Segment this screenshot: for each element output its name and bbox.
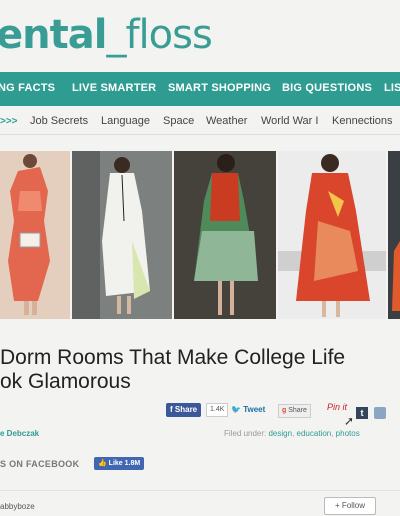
subnav-item-job-secrets[interactable]: Job Secrets — [30, 115, 88, 127]
article-title-line-2: ok Glamorous — [0, 370, 131, 393]
article-title: Dorm Rooms That Make College Life ok Gla… — [0, 346, 400, 394]
nav-item-big-questions[interactable]: BIG QUESTIONS — [282, 82, 372, 94]
tag-link-photos[interactable]: photos — [336, 429, 360, 438]
topic-subnav: >>> Job Secrets Language Space Weather W… — [0, 108, 400, 135]
author-name[interactable]: e Debczak — [0, 429, 39, 438]
subnav-item-weather[interactable]: Weather — [206, 115, 247, 127]
dress-image-1[interactable] — [0, 151, 70, 319]
dress-image-4[interactable] — [278, 151, 386, 319]
tag-link-education[interactable]: education — [297, 429, 332, 438]
dress-image-2[interactable] — [72, 151, 172, 319]
facebook-share-count: 1.4K — [206, 403, 229, 417]
subnav-item-world-war-i[interactable]: World War I — [261, 115, 318, 127]
filed-under: Filed under: design, education, photos — [224, 429, 360, 438]
subnav-arrows[interactable]: >>> — [0, 116, 18, 127]
subnav-item-space[interactable]: Space — [163, 115, 194, 127]
google-share-button[interactable]: g Share — [278, 404, 311, 418]
nav-item-live-smarter[interactable]: LIVE SMARTER — [72, 82, 156, 94]
subnav-item-kennections[interactable]: Kennections — [332, 115, 393, 127]
hero-ad-banner[interactable] — [0, 151, 400, 319]
main-nav: NG FACTS LIVE SMARTER SMART SHOPPING BIG… — [0, 72, 400, 106]
dress-image-5[interactable] — [388, 151, 400, 319]
facebook-share-button[interactable]: f Share — [166, 403, 202, 417]
nav-item-smart-shopping[interactable]: SMART SHOPPING — [168, 82, 271, 94]
tag-link-design[interactable]: design — [268, 429, 292, 438]
facebook-section-label: S ON FACEBOOK — [0, 459, 80, 469]
nav-item-lists[interactable]: LIS — [384, 82, 400, 94]
thumbs-up-icon: 👍 — [98, 460, 107, 467]
tumblr-button[interactable]: t — [356, 407, 368, 419]
follow-button[interactable]: + Follow — [324, 497, 376, 515]
reddit-icon[interactable] — [374, 407, 386, 419]
twitter-icon: 🐦 — [231, 405, 241, 414]
filed-under-label: Filed under: — [224, 429, 267, 438]
subnav-item-language[interactable]: Language — [101, 115, 150, 127]
tweet-button[interactable]: 🐦 Tweet — [231, 405, 265, 414]
pinterest-username[interactable]: abbyboze — [0, 502, 35, 511]
mouse-cursor-icon: ➚ — [344, 414, 355, 428]
divider — [0, 490, 400, 491]
facebook-like-button[interactable]: 👍 Like 1.8M — [94, 457, 145, 470]
nav-item-facts[interactable]: NG FACTS — [0, 82, 55, 94]
dress-image-3[interactable] — [174, 151, 276, 319]
article-title-line-1: Dorm Rooms That Make College Life — [0, 346, 346, 369]
pinterest-button[interactable]: Pin it — [327, 402, 347, 412]
site-logo[interactable]: ental_floss — [0, 12, 213, 58]
